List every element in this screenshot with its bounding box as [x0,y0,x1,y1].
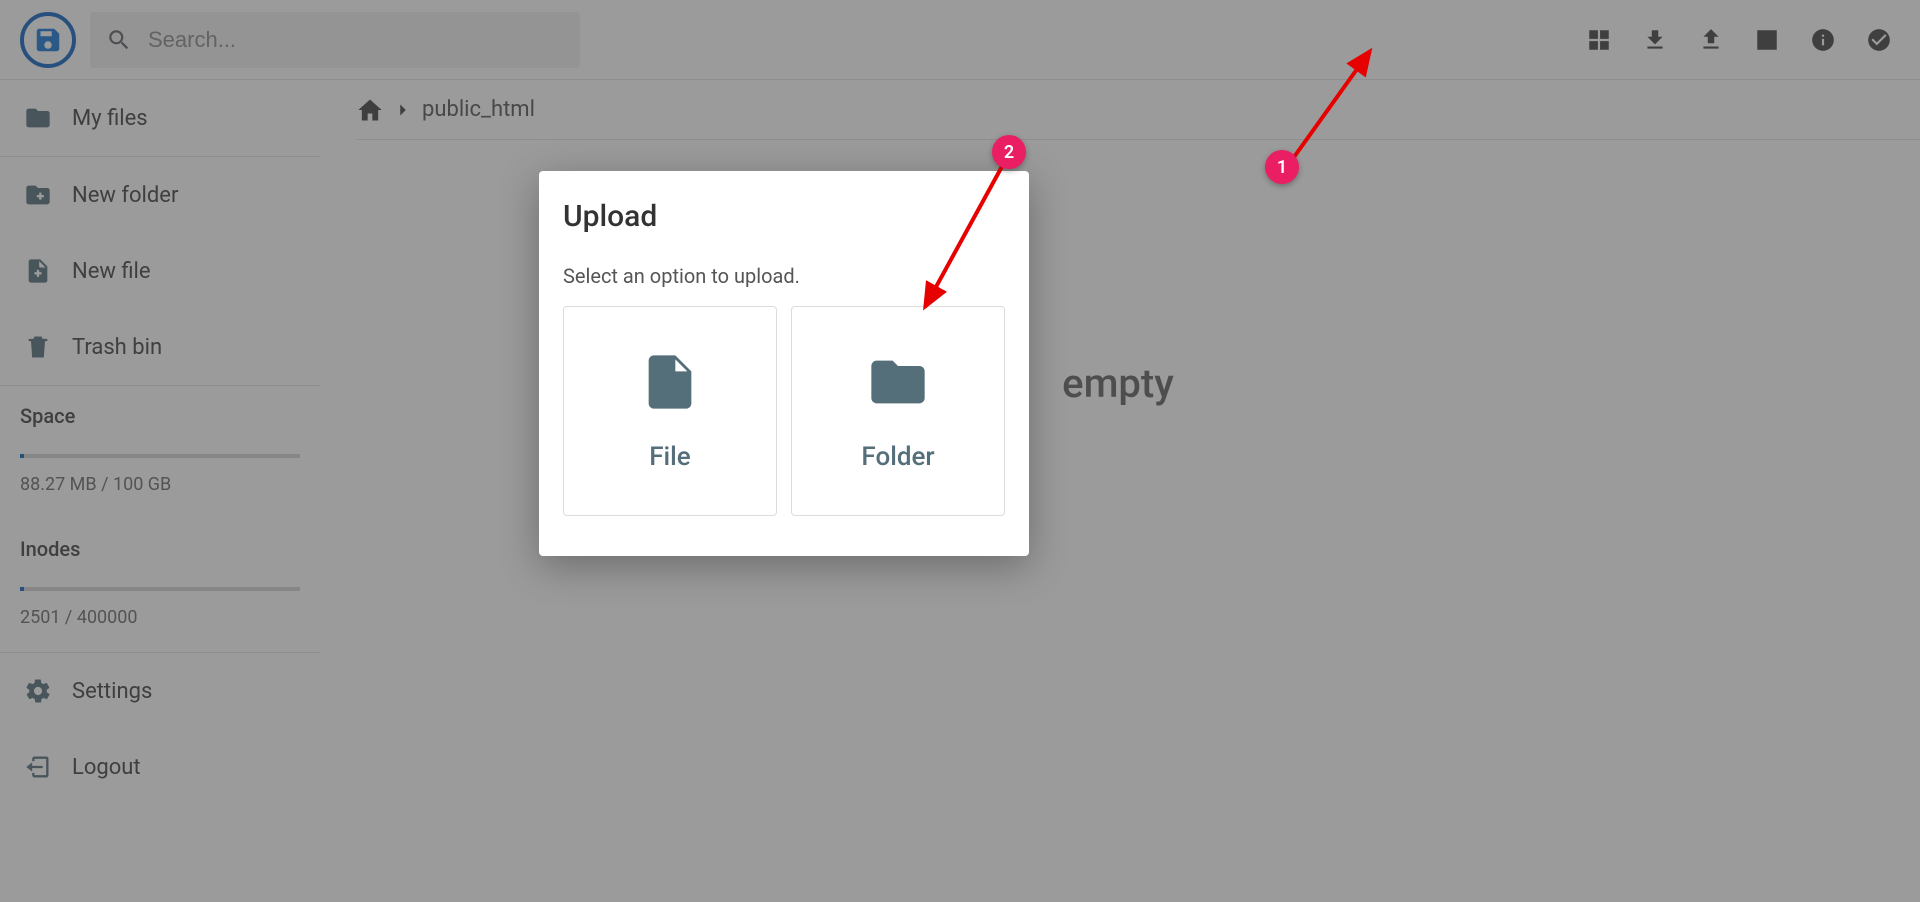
upload-folder-card[interactable]: Folder [791,306,1005,516]
upload-folder-label: Folder [861,442,934,472]
annotation-badge-1: 1 [1265,150,1299,184]
folder-icon [866,350,930,414]
upload-file-card[interactable]: File [563,306,777,516]
dialog-title: Upload [563,199,1005,234]
dialog-subtitle: Select an option to upload. [563,264,1005,288]
upload-dialog: Upload Select an option to upload. File … [539,171,1029,556]
file-icon [638,350,702,414]
upload-file-label: File [649,442,691,472]
annotation-badge-2: 2 [992,135,1026,169]
